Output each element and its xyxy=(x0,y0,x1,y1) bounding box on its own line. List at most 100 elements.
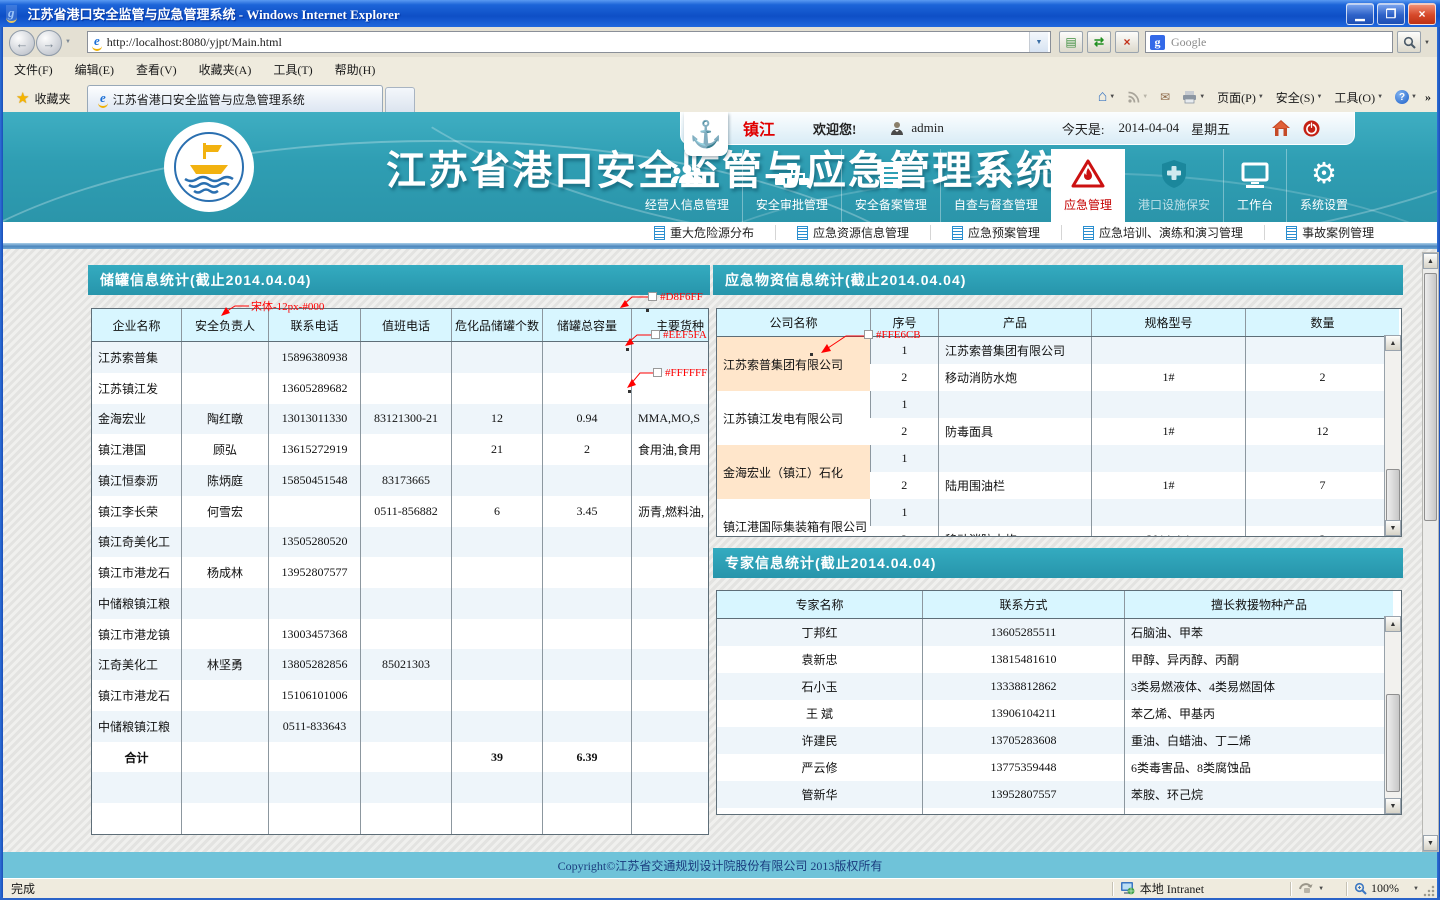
table-cell xyxy=(632,803,710,834)
table-row: 袁新忠13815481610甲醇、异丙醇、丙酮 xyxy=(717,646,1393,673)
table-header-row: 公司名称序号产品规格型号数量 xyxy=(717,309,1399,337)
doc-icon xyxy=(654,226,665,240)
table-cell xyxy=(939,499,1092,526)
nav-item-6[interactable]: 港口设施保安 xyxy=(1125,149,1223,222)
scrollbar-thumb[interactable] xyxy=(1424,273,1437,521)
history-dropdown-icon[interactable]: ▼ xyxy=(65,39,71,45)
table-cell: 1 xyxy=(871,391,939,418)
scroll-up-button[interactable]: ▲ xyxy=(1385,616,1401,632)
nav-item-3[interactable]: 安全备案管理 xyxy=(841,149,940,222)
subnav-item-1[interactable]: 重大危险源分布 xyxy=(633,225,775,240)
help-button[interactable]: ?▼ xyxy=(1391,88,1421,106)
favorites-button[interactable]: ★ 收藏夹 xyxy=(7,85,79,111)
menu-item[interactable]: 查看(V) xyxy=(125,58,188,81)
search-dropdown-icon[interactable]: ▼ xyxy=(1424,40,1430,46)
window-title: 江苏省港口安全监管与应急管理系统 - Windows Internet Expl… xyxy=(28,4,1344,23)
search-box[interactable]: g Google xyxy=(1145,31,1393,53)
table-cell: 许建民 xyxy=(717,727,923,754)
command-bar: ⌂▼ ▼ ✉ ▼ 页面(P)▼ 安全(S)▼ 工具(O)▼ ?▼ » xyxy=(1094,82,1431,112)
table-cell: 2 xyxy=(871,472,939,499)
document-icon xyxy=(879,161,903,189)
scrollbar-thumb[interactable] xyxy=(1386,469,1400,523)
scroll-up-button[interactable]: ▲ xyxy=(1423,253,1438,269)
tools-menu-button[interactable]: 工具(O)▼ xyxy=(1330,87,1387,108)
minimize-button[interactable]: ▁ xyxy=(1346,3,1374,25)
menu-item[interactable]: 收藏夹(A) xyxy=(188,58,263,81)
url-dropdown-icon[interactable]: ▼ xyxy=(1029,32,1048,52)
table-cell: 何雪宏 xyxy=(182,496,269,527)
table-cell xyxy=(452,680,543,711)
scroll-down-button[interactable]: ▼ xyxy=(1385,798,1401,814)
table-cell: 1# xyxy=(1092,364,1246,391)
zoom-dropdown-icon[interactable]: ▼ xyxy=(1413,886,1419,892)
table-cell xyxy=(1092,391,1246,418)
subnav-item-3[interactable]: 应急预案管理 xyxy=(930,225,1061,240)
page-menu-button[interactable]: 页面(P)▼ xyxy=(1213,87,1268,108)
scroll-down-button[interactable]: ▼ xyxy=(1385,520,1401,536)
protected-dropdown-icon[interactable]: ▼ xyxy=(1318,886,1324,892)
feeds-button[interactable]: ▼ xyxy=(1123,89,1152,106)
nav-item-7[interactable]: 工作台 xyxy=(1223,149,1286,222)
table-cell: 12 xyxy=(1246,418,1400,445)
table-row: 江苏镇江发13605289682 xyxy=(92,373,709,404)
table-cell: MMA,MO,S xyxy=(632,404,710,435)
address-bar[interactable]: e http://localhost:8080/yjpt/Main.html ▼ xyxy=(87,31,1051,53)
page-scrollbar[interactable]: ▲▼ xyxy=(1422,252,1439,852)
tab-active[interactable]: e 江苏省港口安全监管与应急管理系统 xyxy=(87,85,383,112)
table-cell xyxy=(361,772,452,803)
refresh-button[interactable]: ⇄ xyxy=(1087,31,1111,53)
forward-button[interactable]: → xyxy=(36,30,62,56)
table-cell xyxy=(361,557,452,588)
back-button[interactable]: ← xyxy=(9,30,35,56)
more-commands-icon[interactable]: » xyxy=(1425,90,1431,105)
table-row: 中储粮镇江粮0511-833643 xyxy=(92,711,709,742)
restore-button[interactable]: ❐ xyxy=(1377,3,1405,25)
safety-menu-button[interactable]: 安全(S)▼ xyxy=(1272,87,1327,108)
experts-scrollbar[interactable]: ▲▼ xyxy=(1384,616,1401,814)
orgchart-icon xyxy=(775,162,809,189)
nav-item-2[interactable]: 安全审批管理 xyxy=(742,149,841,222)
zoom-level[interactable]: 100% xyxy=(1371,881,1399,896)
nav-item-5[interactable]: 应急管理 xyxy=(1051,149,1125,222)
table-cell: 甲醇、异丙醇、丙酮 xyxy=(1125,646,1394,673)
close-button[interactable]: × xyxy=(1408,3,1436,25)
home-shortcut-button[interactable] xyxy=(1272,120,1290,136)
nav-item-8[interactable]: ⚙系统设置 xyxy=(1286,149,1361,222)
table-cell: 镇江市港龙镇 xyxy=(92,619,182,650)
menu-item[interactable]: 文件(F) xyxy=(3,58,64,81)
nav-item-1[interactable]: 经营人信息管理 xyxy=(632,149,742,222)
table-cell xyxy=(1246,391,1400,418)
new-tab-stub[interactable] xyxy=(385,87,415,112)
mail-button[interactable]: ✉ xyxy=(1156,88,1174,107)
table-cell xyxy=(269,496,361,527)
search-button[interactable] xyxy=(1397,31,1421,53)
menu-item[interactable]: 编辑(E) xyxy=(64,58,125,81)
subnav-item-4[interactable]: 应急培训、演练和演习管理 xyxy=(1061,225,1264,240)
scroll-down-button[interactable]: ▼ xyxy=(1423,835,1438,851)
print-button[interactable]: ▼ xyxy=(1178,89,1209,106)
table-cell xyxy=(182,742,269,773)
logout-button[interactable] xyxy=(1303,120,1320,137)
sub-nav: 重大危险源分布应急资源信息管理应急预案管理应急培训、演练和演习管理事故案例管理 xyxy=(3,222,1437,243)
menu-item[interactable]: 工具(T) xyxy=(262,58,323,81)
window-titlebar: g 江苏省港口安全监管与应急管理系统 - Windows Internet Ex… xyxy=(0,0,1440,27)
nav-item-label: 经营人信息管理 xyxy=(645,196,729,213)
table-cell: 严云修 xyxy=(717,754,923,781)
scroll-up-button[interactable]: ▲ xyxy=(1385,335,1401,351)
table-row: 镇江李长荣何雪宏0511-85688263.45沥青,燃料油, xyxy=(92,496,709,527)
supplies-scrollbar[interactable]: ▲▼ xyxy=(1384,335,1401,536)
compatibility-view-button[interactable]: ▤ xyxy=(1059,31,1083,53)
resize-grip[interactable] xyxy=(1423,885,1435,897)
nav-item-4[interactable]: 自查与督查管理 xyxy=(940,149,1051,222)
column-header: 公司名称 xyxy=(717,309,871,337)
protected-mode-button[interactable] xyxy=(1298,882,1314,895)
subnav-item-2[interactable]: 应急资源信息管理 xyxy=(775,225,930,240)
stop-button[interactable]: × xyxy=(1115,31,1139,53)
scrollbar-thumb[interactable] xyxy=(1386,694,1400,792)
subnav-item-5[interactable]: 事故案例管理 xyxy=(1264,225,1395,240)
table-cell: 13003457368 xyxy=(269,619,361,650)
home-icon: ⌂ xyxy=(1098,88,1108,106)
table-cell: 中储粮镇江粮 xyxy=(92,588,182,619)
menu-item[interactable]: 帮助(H) xyxy=(324,58,387,81)
home-button[interactable]: ⌂▼ xyxy=(1094,86,1120,108)
